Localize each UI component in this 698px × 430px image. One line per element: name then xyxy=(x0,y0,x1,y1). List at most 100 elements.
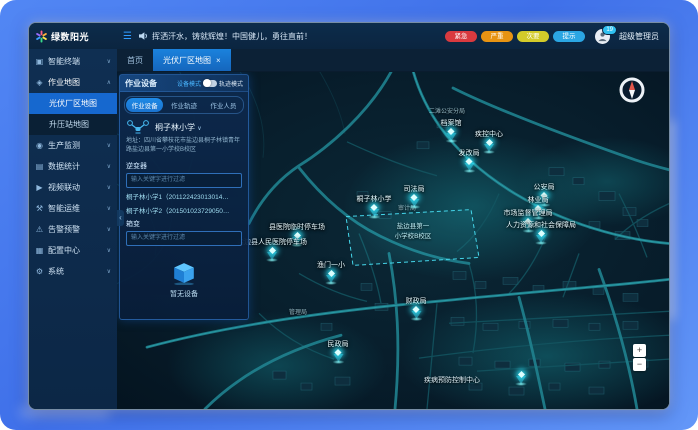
wrench-icon: ⚒ xyxy=(35,204,44,213)
map-marker[interactable]: 人力资源和社会保障局 xyxy=(506,220,576,246)
track-mode-label: 轨迹模式 xyxy=(219,79,243,88)
close-tab-icon[interactable]: × xyxy=(216,56,221,65)
work-device-panel: 作业设备 设备模式 轨迹模式 作业设备 作业轨迹 作业人员 xyxy=(119,74,249,320)
sidebar-item-config-center[interactable]: ▦ 配置中心 ∨ xyxy=(29,240,117,261)
panel-tab-personnel[interactable]: 作业人员 xyxy=(205,98,242,112)
panel-tabs: 作业设备 作业轨迹 作业人员 xyxy=(124,96,244,114)
empty-box-icon xyxy=(171,261,197,285)
app-body: ▣ 智能终端 ∨ ◈ 作业地图 ∧ 光伏厂区地图 升压站地图 ◉ 生产监测 ∨ xyxy=(29,49,669,409)
station-dropdown[interactable]: 桐子林小学 ∨ xyxy=(155,122,202,133)
beacon-icon xyxy=(410,307,422,322)
sidebar-item-system[interactable]: ⚙ 系统 ∨ xyxy=(29,261,117,282)
beacon-icon xyxy=(535,231,547,246)
sidebar-item-video-linkage[interactable]: ▶ 视频联动 ∨ xyxy=(29,177,117,198)
chevron-down-icon: ∨ xyxy=(197,126,201,132)
map-marker[interactable]: 民政局 xyxy=(328,339,349,365)
beacon-icon xyxy=(483,140,495,155)
panel-header: 作业设备 设备模式 轨迹模式 xyxy=(120,75,248,92)
chevron-up-icon: ∧ xyxy=(107,79,111,86)
alarm-badge-minor[interactable]: 次要 xyxy=(517,31,549,42)
box-transformer-filter-input[interactable] xyxy=(126,231,242,246)
map-marker[interactable]: 档案馆 xyxy=(441,118,462,144)
logo-text: 绿数阳光 xyxy=(51,30,89,43)
tab-home[interactable]: 首页 xyxy=(117,49,153,71)
station-address: 地址：四川省攀枝花市盐边县桐子林镇青年路盐边县第一小学校B校区 xyxy=(120,136,248,158)
beacon-icon xyxy=(332,350,344,365)
chevron-down-icon: ∨ xyxy=(107,184,111,191)
terminal-icon: ▣ xyxy=(35,57,44,66)
list-item[interactable]: 桐子林小学2（201501023729050… xyxy=(126,205,242,215)
tab-bar: 首页 光伏厂区地图 × xyxy=(117,49,669,72)
section-inverter: 逆变器 xyxy=(120,158,248,173)
work-map-submenu: 光伏厂区地图 升压站地图 xyxy=(29,93,117,135)
zoom-out-button[interactable]: − xyxy=(633,358,646,371)
zoom-in-button[interactable]: + xyxy=(633,344,646,357)
tab-pv-plant-map[interactable]: 光伏厂区地图 × xyxy=(153,49,231,71)
beacon-icon xyxy=(515,372,527,387)
gear-icon: ⚙ xyxy=(35,267,44,276)
compass-icon xyxy=(618,76,646,104)
list-item[interactable]: 桐子林小学1（201122423013014… xyxy=(126,191,242,201)
sidebar-item-smart-terminal[interactable]: ▣ 智能终端 ∨ xyxy=(29,51,117,72)
map-canvas[interactable]: 盐边县第一 小学校B校区 二滩公安分局 审计局 管理局 疾病预防控制中心 档案馆… xyxy=(117,72,669,409)
panel-tab-tracks[interactable]: 作业轨迹 xyxy=(165,98,202,112)
gauge-icon: ◉ xyxy=(35,141,44,150)
map-marker[interactable]: 财政局 xyxy=(406,296,427,322)
sidebar-item-smart-ops[interactable]: ⚒ 智能运维 ∨ xyxy=(29,198,117,219)
video-icon: ▶ xyxy=(35,183,44,192)
empty-state: 暂无设备 xyxy=(120,246,248,315)
sidebar-item-work-map[interactable]: ◈ 作业地图 ∧ xyxy=(29,72,117,93)
logo-pinwheel-icon xyxy=(35,30,48,43)
alarm-badge-info[interactable]: 提示 xyxy=(553,31,585,42)
map-text-label: 管理局 xyxy=(289,307,307,316)
inverter-filter-input[interactable] xyxy=(126,173,242,188)
sidebar-item-production-monitor[interactable]: ◉ 生产监测 ∨ xyxy=(29,135,117,156)
chart-icon: ▤ xyxy=(35,162,44,171)
map-marker[interactable]: 发改局 xyxy=(459,148,480,174)
top-header: 绿数阳光 ☰ 挥洒汗水，铸就辉煌！中国健儿，勇往直前！ 紧急 严重 次要 提示 xyxy=(29,23,669,49)
chevron-down-icon: ∨ xyxy=(107,142,111,149)
sidebar-item-pv-plant-map[interactable]: 光伏厂区地图 xyxy=(29,93,117,114)
panel-tab-devices[interactable]: 作业设备 xyxy=(126,98,163,112)
section-box-transformer: 箱变 xyxy=(120,216,248,231)
alert-icon: ⚠ xyxy=(35,225,44,234)
chevron-down-icon: ∨ xyxy=(107,205,111,212)
map-marker[interactable] xyxy=(515,372,527,387)
sidebar-item-alarm-warning[interactable]: ⚠ 告警预警 ∨ xyxy=(29,219,117,240)
chevron-down-icon: ∨ xyxy=(107,58,111,65)
sidebar-item-data-statistics[interactable]: ▤ 数据统计 ∨ xyxy=(29,156,117,177)
speaker-icon xyxy=(138,31,148,41)
beacon-icon xyxy=(325,271,337,286)
chevron-down-icon: ∨ xyxy=(107,163,111,170)
app-window: 绿数阳光 ☰ 挥洒汗水，铸就辉煌！中国健儿，勇往直前！ 紧急 严重 次要 提示 xyxy=(28,22,670,410)
beacon-icon xyxy=(408,195,420,210)
map-marker[interactable]: 桐子林小学 xyxy=(357,194,392,220)
map-marker[interactable]: 渔门一小 xyxy=(317,260,345,286)
browser-frame: 绿数阳光 ☰ 挥洒汗水，铸就辉煌！中国健儿，勇往直前！ 紧急 严重 次要 提示 xyxy=(0,0,698,430)
alarm-badge-critical[interactable]: 紧急 xyxy=(445,31,477,42)
collapse-menu-icon[interactable]: ☰ xyxy=(123,31,132,42)
panel-title: 作业设备 xyxy=(125,78,157,89)
map-icon: ◈ xyxy=(35,78,44,87)
map-zoom-control: + − xyxy=(633,344,646,371)
beacon-icon xyxy=(463,159,475,174)
mode-toggle-group: 设备模式 轨迹模式 xyxy=(177,79,243,88)
announcement-text: 挥洒汗水，铸就辉煌！中国健儿，勇往直前！ xyxy=(152,31,312,42)
compass-control[interactable] xyxy=(618,76,646,104)
header-actions: 紧急 严重 次要 提示 19 超级管理员 xyxy=(445,29,669,44)
map-marker[interactable]: 司法局 xyxy=(404,184,425,210)
alarm-badge-major[interactable]: 严重 xyxy=(481,31,513,42)
sidebar-collapse-handle[interactable]: ‹ xyxy=(117,210,124,226)
map-text-label: 疾病预防控制中心 xyxy=(424,375,480,385)
announcement-bar: 挥洒汗水，铸就辉煌！中国健儿，勇往直前！ xyxy=(138,31,445,42)
mode-toggle-switch[interactable] xyxy=(203,80,217,87)
sidebar-item-booster-station-map[interactable]: 升压站地图 xyxy=(29,114,117,135)
area-label: 盐边县第一 小学校B校区 xyxy=(395,222,432,242)
user-role-label: 超级管理员 xyxy=(619,31,659,42)
empty-text: 暂无设备 xyxy=(170,289,198,299)
device-mode-label: 设备模式 xyxy=(177,79,201,88)
notification-count-badge: 19 xyxy=(602,25,617,35)
user-avatar[interactable]: 19 xyxy=(595,29,610,44)
chevron-down-icon: ∨ xyxy=(107,247,111,254)
chevron-down-icon: ∨ xyxy=(107,268,111,275)
